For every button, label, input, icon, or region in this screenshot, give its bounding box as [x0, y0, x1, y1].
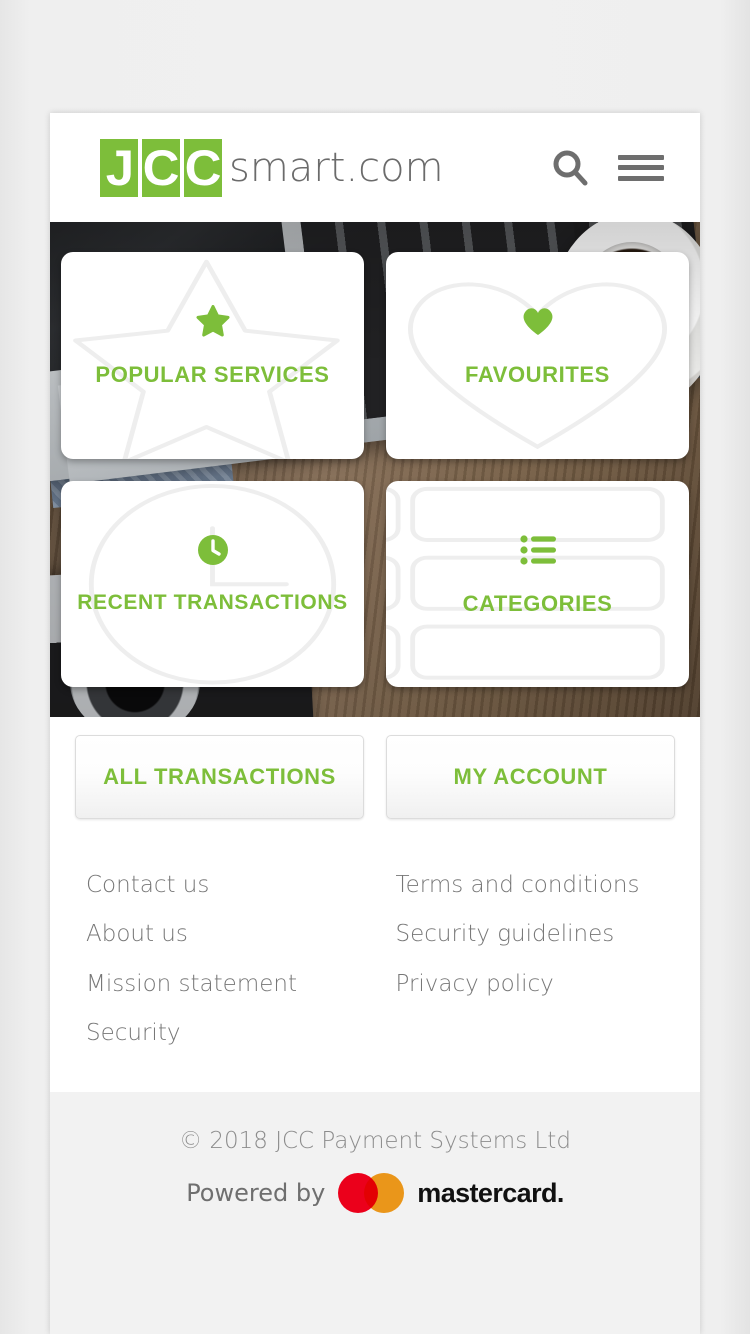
- tile-popular-services[interactable]: POPULAR SERVICES: [61, 252, 364, 459]
- footer-link-security-guidelines[interactable]: Security guidelines: [396, 910, 676, 959]
- my-account-button[interactable]: MY ACCOUNT: [386, 735, 675, 819]
- tile-favourites[interactable]: FAVOURITES: [386, 252, 689, 459]
- jcc-logo-letter-c1: C: [143, 139, 180, 196]
- list-icon: [519, 533, 556, 567]
- footer-column-right: Terms and conditions Security guidelines…: [366, 861, 676, 1058]
- star-watermark-icon: [73, 259, 340, 459]
- page-container: J C C smart.com POPULAR SERVICES FAVOURI…: [50, 113, 700, 1334]
- jcc-logo-letter-j: J: [105, 139, 133, 196]
- jcc-logo-boxes: J C C: [100, 138, 222, 197]
- footer-link-terms-and-conditions[interactable]: Terms and conditions: [396, 861, 676, 910]
- tile-label-favourites: FAVOURITES: [465, 362, 610, 387]
- tile-recent-transactions[interactable]: RECENT TRANSACTIONS: [61, 480, 364, 687]
- powered-by-row: Powered by mastercard.: [50, 1173, 700, 1214]
- tile-label-popular-services: POPULAR SERVICES: [95, 362, 330, 387]
- footer-link-mission-statement[interactable]: Mission statement: [86, 960, 366, 1009]
- star-icon: [196, 304, 230, 338]
- site-header: J C C smart.com: [50, 113, 700, 222]
- mastercard-wordmark: mastercard.: [417, 1177, 564, 1208]
- hamburger-bar-2: [618, 165, 664, 170]
- tile-label-categories: CATEGORIES: [462, 590, 613, 616]
- hamburger-bar-3: [618, 175, 664, 181]
- jcc-logo-box-c1: C: [142, 138, 180, 197]
- footer-link-security[interactable]: Security: [86, 1009, 366, 1058]
- mastercard-logo-icon: [338, 1173, 405, 1214]
- header-actions: [550, 148, 664, 188]
- footer-links: Contact us About us Mission statement Se…: [50, 845, 700, 1093]
- jcc-logo-letter-c2: C: [185, 139, 222, 196]
- hamburger-menu-icon[interactable]: [618, 152, 664, 184]
- footer-bottom-bar: © 2018 JCC Payment Systems Ltd Powered b…: [50, 1092, 700, 1214]
- heart-icon: [522, 304, 554, 338]
- all-transactions-label: ALL TRANSACTIONS: [103, 764, 336, 789]
- jcc-logo-box-j: J: [100, 138, 138, 197]
- clock-watermark-icon: [88, 483, 337, 685]
- footer-column-left: Contact us About us Mission statement Se…: [75, 861, 366, 1058]
- footer-link-contact-us[interactable]: Contact us: [86, 861, 366, 910]
- my-account-label: MY ACCOUNT: [453, 764, 608, 789]
- quick-access-tiles: POPULAR SERVICES FAVOURITES RECENT TRANS…: [50, 222, 700, 717]
- tile-label-recent-transactions: RECENT TRANSACTIONS: [77, 590, 348, 614]
- jcc-logo-box-c2: C: [184, 138, 222, 197]
- hamburger-bar-1: [618, 154, 664, 160]
- mastercard-yellow-circle: [364, 1173, 405, 1214]
- copyright-text: © 2018 JCC Payment Systems Ltd: [179, 1128, 571, 1155]
- powered-by-label: Powered by: [186, 1179, 326, 1208]
- heart-watermark-icon: [407, 282, 668, 450]
- search-icon[interactable]: [550, 148, 590, 188]
- footer-link-about-us[interactable]: About us: [86, 910, 366, 959]
- logo-suffix-text: smart.com: [229, 144, 444, 191]
- primary-actions: ALL TRANSACTIONS MY ACCOUNT: [50, 717, 700, 845]
- hero-section: POPULAR SERVICES FAVOURITES RECENT TRANS…: [50, 222, 700, 717]
- footer-link-privacy-policy[interactable]: Privacy policy: [396, 960, 676, 1009]
- jcc-smart-logo[interactable]: J C C smart.com: [100, 138, 444, 197]
- list-watermark-icon: [386, 486, 665, 680]
- clock-icon: [197, 533, 229, 567]
- tile-categories[interactable]: CATEGORIES: [386, 480, 689, 687]
- all-transactions-button[interactable]: ALL TRANSACTIONS: [75, 735, 364, 819]
